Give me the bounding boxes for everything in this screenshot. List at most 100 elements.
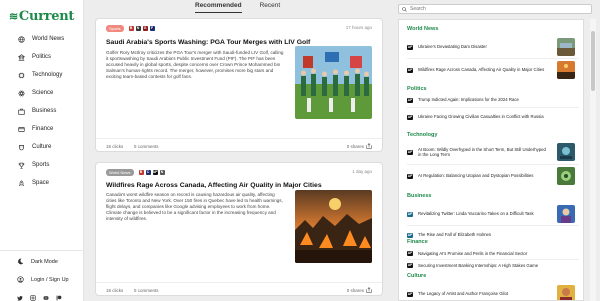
news-card[interactable]: World News B C AP N 1 day ago Wildfires … — [95, 162, 383, 296]
nav-label: Politics — [32, 54, 52, 60]
card-meta: Sports B N G F — [106, 25, 155, 32]
category-badge[interactable]: Sports — [106, 25, 124, 32]
headline-text: Securing Investment Banking Internships:… — [418, 262, 539, 268]
right-panel-scrollbar[interactable] — [590, 19, 596, 301]
share-count: 0 shares — [346, 144, 364, 149]
search-input[interactable] — [410, 6, 580, 12]
source-logo-icon: AP — [407, 232, 413, 238]
headline-item[interactable]: AP Trump Indicted Again: Implications fo… — [407, 94, 579, 106]
logo-icon: ≋ — [9, 10, 18, 23]
headline-thumbnail — [557, 61, 575, 79]
share-count: 0 shares — [346, 288, 364, 293]
instagram-icon[interactable] — [30, 288, 36, 301]
section-title-world-news[interactable]: World News — [407, 26, 438, 32]
source-logo-icon: N — [135, 26, 141, 31]
headline-item[interactable]: AP AI Boom: Wildly Overhyped in the Shor… — [407, 141, 579, 163]
source-logo-icon: AP — [407, 251, 413, 256]
headline-item[interactable]: AP Navigating AI's Promise and Perils in… — [407, 248, 579, 259]
nav-item-space[interactable]: Space — [0, 174, 84, 192]
nav-label: World News — [32, 36, 65, 42]
headline-item[interactable]: AP Revitalizing Twitter: Linda Yaccarino… — [407, 204, 579, 224]
card-title[interactable]: Wildfires Rage Across Canada, Affecting … — [106, 182, 322, 189]
card-image-wildfire[interactable] — [295, 190, 372, 263]
nav-item-science[interactable]: Science — [0, 84, 84, 102]
section-title-technology[interactable]: Technology — [407, 132, 437, 138]
card-title[interactable]: Saudi Arabia's Sports Washing: PGA Tour … — [106, 39, 310, 46]
divider — [407, 164, 579, 165]
divider — [407, 58, 579, 59]
headline-thumbnail — [557, 38, 575, 56]
patreon-icon[interactable] — [56, 288, 62, 301]
source-logo-icon: AP — [407, 114, 413, 120]
scrollbar-thumb[interactable] — [591, 31, 595, 91]
headline-text: The Rise and Fall of Elizabeth Holmes — [418, 232, 492, 238]
source-logo-icon: AP — [407, 67, 413, 73]
user-icon — [17, 276, 24, 283]
nav-label: Space — [32, 180, 50, 186]
nav-item-finance[interactable]: Finance — [0, 120, 84, 138]
tab-recommended[interactable]: Recommended — [195, 2, 242, 13]
politics-icon — [17, 53, 25, 61]
headline-item[interactable]: AP Securing Investment Banking Internshi… — [407, 260, 579, 271]
click-count: 16 clicks — [106, 288, 124, 293]
card-footer: 16 clicks 5 comments 0 shares — [96, 138, 382, 152]
brand-logo[interactable]: ≋Current — [9, 9, 74, 24]
login-button[interactable]: Login / Sign Up — [0, 272, 84, 287]
section-title-business[interactable]: Business — [407, 193, 431, 199]
card-time: 17 hours ago — [345, 25, 372, 30]
headline-text: Navigating AI's Promise and Perils in th… — [418, 250, 528, 256]
source-logo-icon: G — [142, 26, 148, 31]
comments-link[interactable]: 5 comments — [134, 144, 159, 149]
bank-icon — [17, 125, 25, 133]
card-image-golf[interactable] — [295, 46, 372, 119]
headline-item[interactable]: AP Ukraine Facing Growing Civilian Casua… — [407, 109, 579, 125]
source-logo-icon: B — [128, 26, 134, 31]
source-logo-icon: C — [145, 170, 151, 175]
source-logo-icon: AP — [407, 173, 413, 179]
nav-item-politics[interactable]: Politics — [0, 48, 84, 66]
nav-item-business[interactable]: Business — [0, 102, 84, 120]
headline-item[interactable]: AP Ukraine's Devastating Dam Disaster — [407, 37, 579, 57]
share-icon[interactable] — [366, 143, 372, 149]
discord-icon[interactable] — [43, 288, 49, 300]
section-title-finance[interactable]: Finance — [407, 239, 428, 245]
tab-recent[interactable]: Recent — [260, 2, 281, 13]
social-links — [17, 288, 62, 301]
left-sidebar: ≋Current World News Politics Technology … — [0, 0, 84, 301]
nav-label: Science — [32, 90, 54, 96]
headline-item[interactable]: AP Wildfires Rage Across Canada, Affecti… — [407, 60, 579, 80]
headline-item[interactable]: AP AI Regulation: Balancing Utopian and … — [407, 166, 579, 186]
headline-thumbnail — [557, 205, 575, 223]
card-footer: 16 clicks 5 comments 0 shares — [96, 282, 382, 296]
headline-text: The Legacy of Artist and Author François… — [418, 291, 509, 297]
nav-item-world-news[interactable]: World News — [0, 30, 84, 48]
nav-label: Business — [32, 108, 57, 114]
category-badge[interactable]: World News — [106, 169, 134, 176]
search-icon — [402, 6, 407, 12]
nav-item-sports[interactable]: Sports — [0, 156, 84, 174]
headline-thumbnail — [557, 167, 575, 185]
source-logo-icon: B — [138, 170, 144, 175]
headline-item[interactable]: AP The Rise and Fall of Elizabeth Holmes — [407, 227, 579, 243]
nav-item-technology[interactable]: Technology — [0, 66, 84, 84]
section-title-culture[interactable]: Culture — [407, 273, 426, 279]
comments-link[interactable]: 5 comments — [134, 288, 159, 293]
source-logo-icon: AP — [407, 291, 413, 297]
share-icon[interactable] — [366, 287, 372, 293]
news-card[interactable]: Sports B N G F 17 hours ago Saudi Arabia… — [95, 18, 383, 152]
divider — [407, 225, 579, 226]
right-panel: World News AP Ukraine's Devastating Dam … — [396, 0, 596, 301]
trophy-icon — [17, 161, 25, 169]
dark-mode-toggle[interactable]: Dark Mode — [0, 254, 84, 269]
nav-item-culture[interactable]: Culture — [0, 138, 84, 156]
search-bar[interactable] — [398, 4, 592, 14]
card-summary: Canada's worst wildfire season on record… — [106, 192, 283, 221]
section-title-politics[interactable]: Politics — [407, 86, 427, 92]
headline-text: Ukraine Facing Growing Civilian Casualti… — [418, 114, 544, 120]
nav-label: Finance — [32, 126, 54, 132]
nav-label: Sports — [32, 162, 50, 168]
headline-text: AI Boom: Wildly Overhyped in the Short T… — [418, 146, 546, 157]
twitter-icon[interactable] — [17, 288, 23, 301]
nav-label: Technology — [32, 72, 63, 78]
headline-item[interactable]: AP The Legacy of Artist and Author Franç… — [407, 284, 579, 300]
